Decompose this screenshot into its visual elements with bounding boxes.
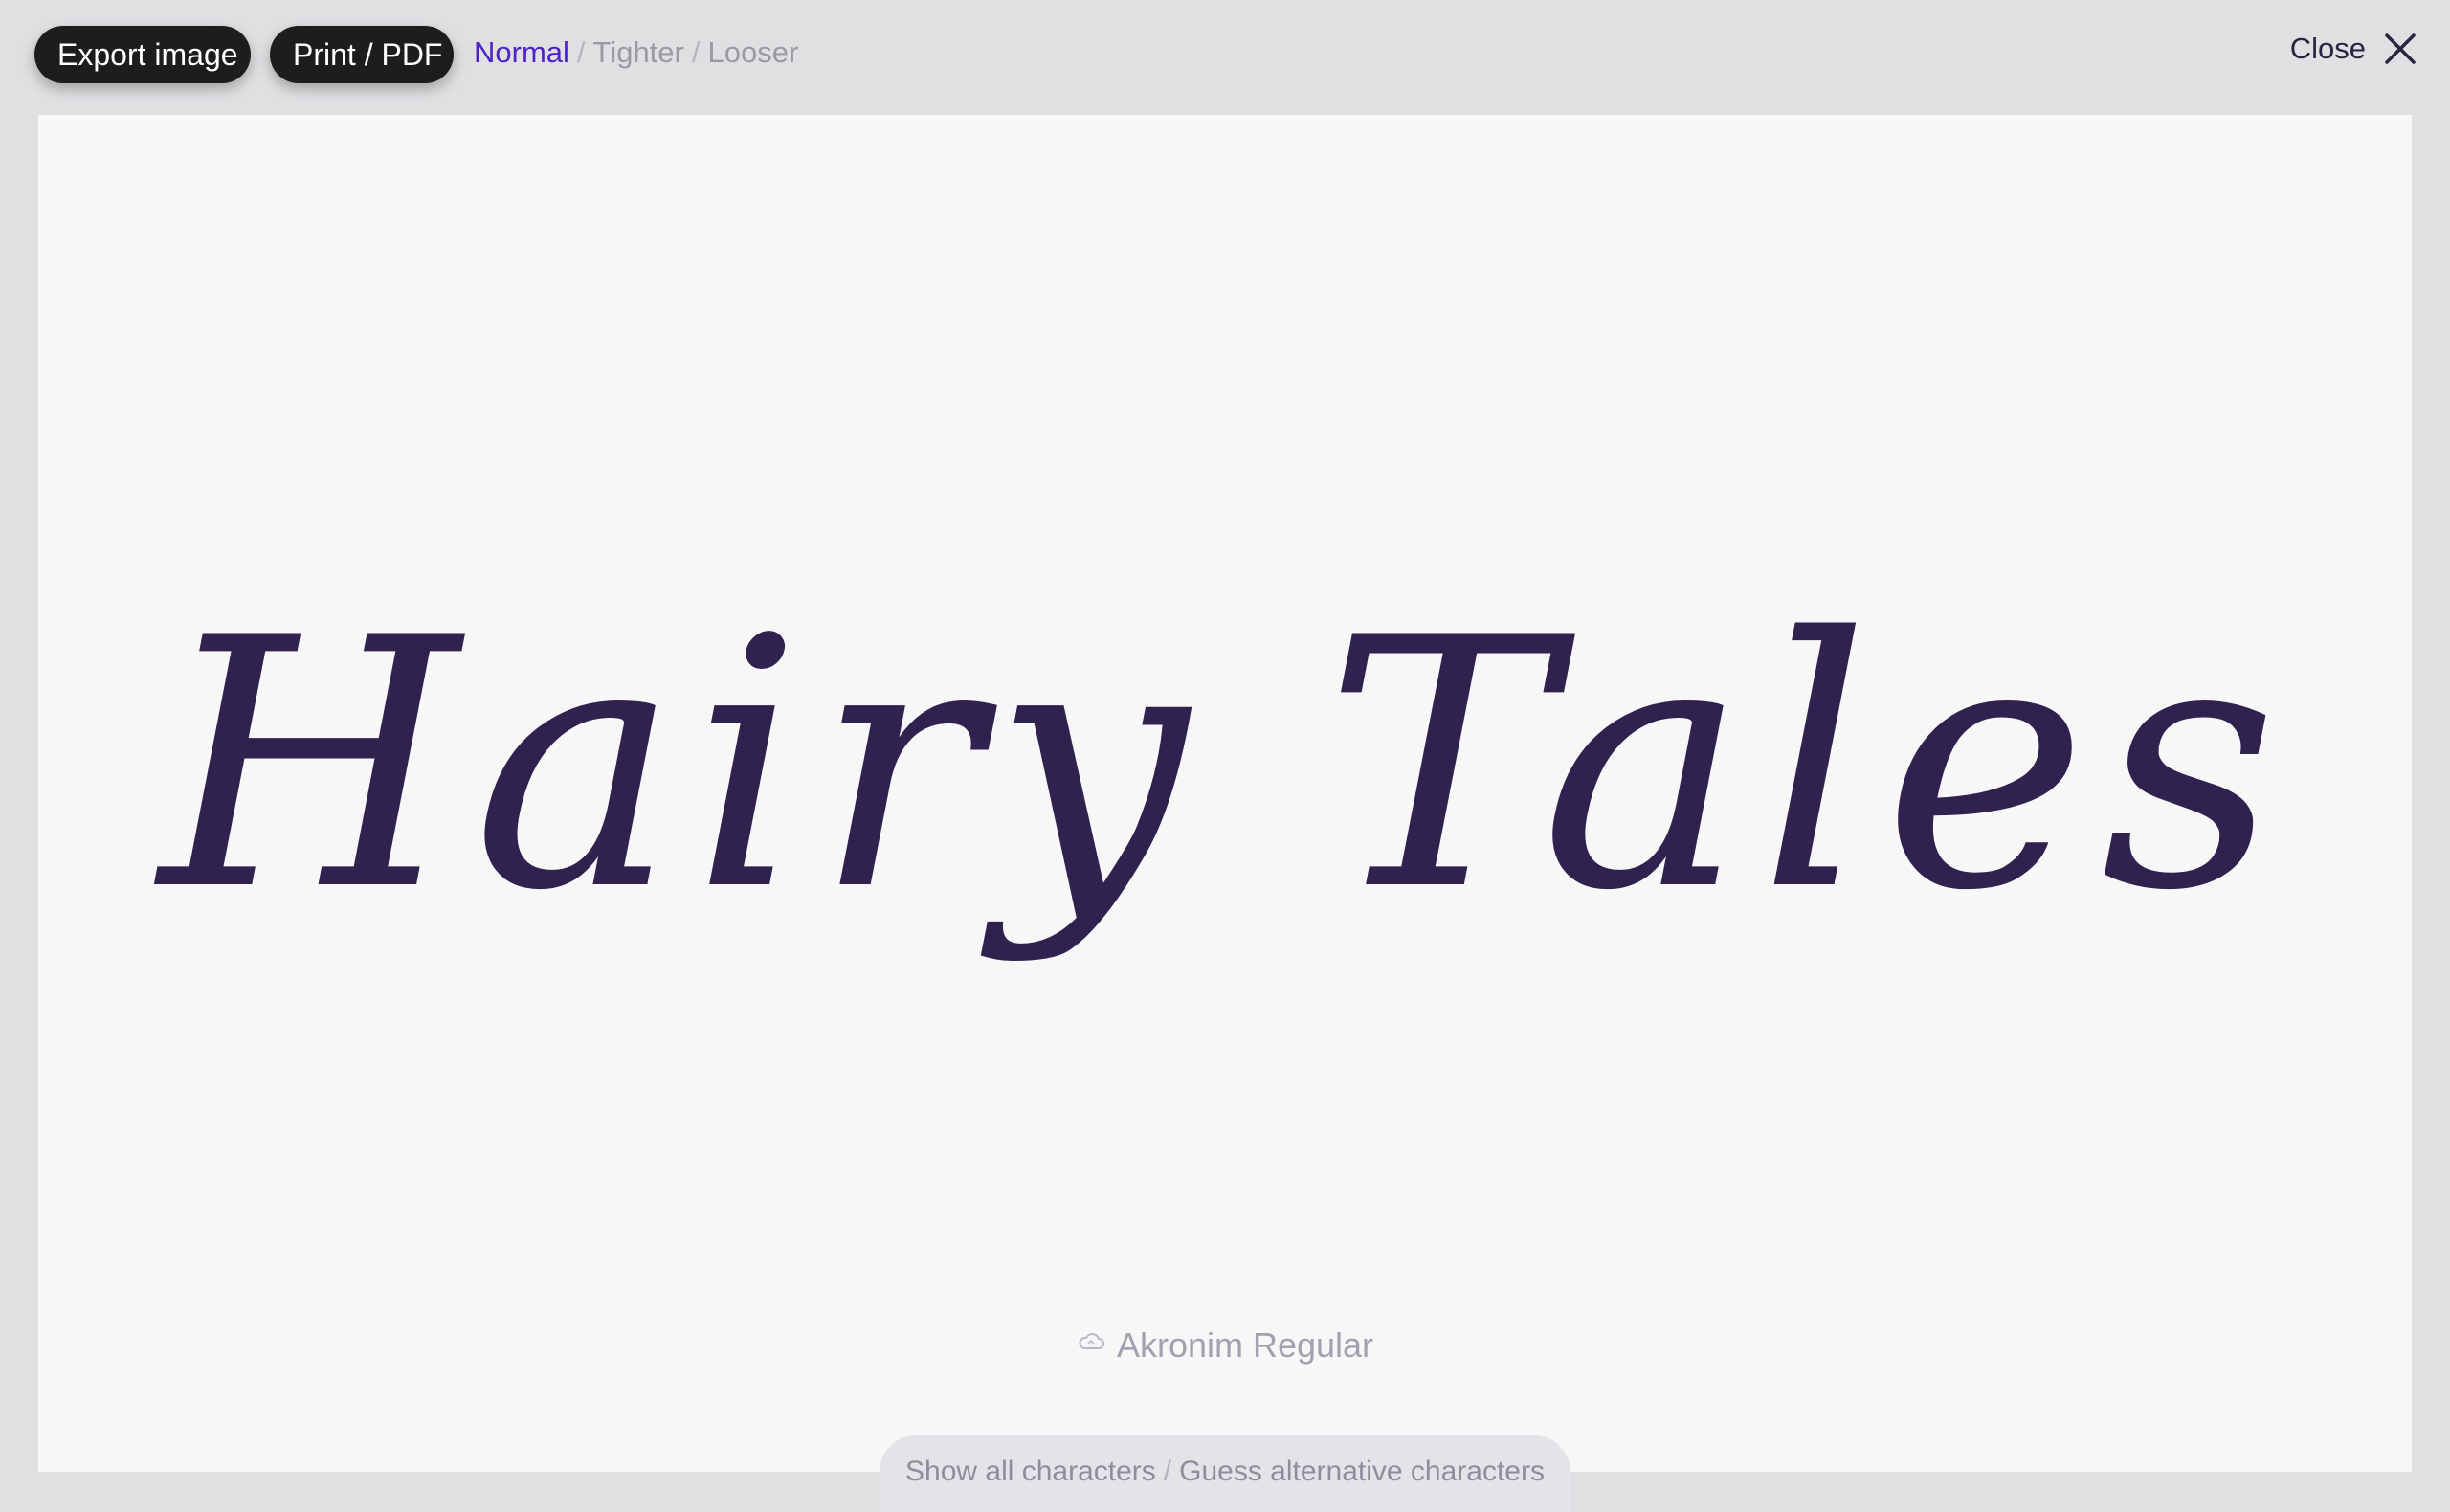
font-name-text: Akronim Regular <box>1116 1325 1374 1365</box>
close-button[interactable]: Close <box>2290 23 2419 75</box>
character-options-tab: Show all characters / Guess alternative ch… <box>880 1435 1570 1512</box>
font-name-label[interactable]: Akronim Regular <box>38 1325 2412 1366</box>
cloud-icon <box>1079 1333 1104 1349</box>
spacing-option-looser[interactable]: Looser <box>708 35 799 69</box>
export-image-button[interactable]: Export image <box>34 26 251 83</box>
spacing-option-normal[interactable]: Normal <box>474 35 569 69</box>
print-pdf-button[interactable]: Print / PDF <box>270 26 454 83</box>
spacing-separator: / <box>691 35 701 69</box>
guess-alternative-characters-link[interactable]: Guess alternative characters <box>1179 1456 1545 1487</box>
preview-canvas: Hairy Tales Akronim Regular <box>38 115 2412 1472</box>
top-toolbar: Export image Print / PDF Normal / Tighter /… <box>0 0 2450 113</box>
show-all-characters-link[interactable]: Show all characters <box>905 1456 1156 1487</box>
spacing-separator: / <box>576 35 586 69</box>
font-preview-text: Hairy Tales <box>159 565 2291 966</box>
close-label: Close <box>2289 32 2366 65</box>
close-icon <box>2385 33 2416 64</box>
character-options-separator: / <box>1163 1456 1172 1487</box>
spacing-option-tighter[interactable]: Tighter <box>593 35 684 69</box>
spacing-selector: Normal / Tighter / Looser <box>474 29 798 77</box>
